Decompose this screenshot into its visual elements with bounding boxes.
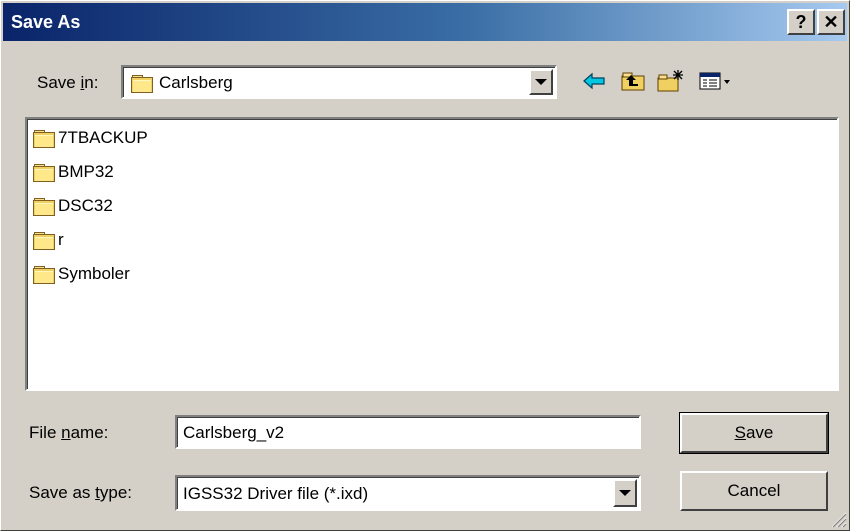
help-button[interactable]: ? [787, 9, 815, 35]
folder-icon [33, 265, 55, 284]
chevron-down-icon [619, 490, 631, 496]
file-name-value: Carlsberg_v2 [183, 423, 285, 442]
chevron-down-icon [535, 79, 547, 85]
list-item[interactable]: DSC32 [33, 191, 113, 221]
folder-icon [33, 129, 55, 148]
save-as-type-combobox[interactable]: IGSS32 Driver file (*.ixd) [175, 475, 641, 511]
resize-grip-icon[interactable] [829, 510, 847, 528]
list-item-label: r [58, 230, 64, 249]
back-icon [583, 72, 605, 90]
list-item[interactable]: BMP32 [33, 157, 114, 187]
new-folder-icon [657, 70, 683, 92]
list-item-label: BMP32 [58, 162, 114, 181]
close-button[interactable]: ✕ [817, 9, 845, 35]
save-in-combobox[interactable]: Carlsberg [121, 65, 557, 99]
cancel-button[interactable]: Cancel [680, 471, 828, 511]
window-title: Save As [11, 11, 81, 32]
folder-icon [33, 197, 55, 216]
view-menu-button[interactable] [696, 66, 736, 96]
save-as-type-value: IGSS32 Driver file (*.ixd) [183, 484, 369, 503]
folder-icon [33, 231, 55, 250]
save-as-dialog: Save As ? ✕ Save in: Carlsberg 7TBACKUP … [0, 0, 850, 531]
save-button-label: Save [734, 423, 774, 442]
file-name-field[interactable]: Carlsberg_v2 [175, 415, 641, 449]
save-in-value-group: Carlsberg [131, 73, 233, 93]
save-as-type-dropdown-button[interactable] [613, 479, 637, 507]
up-folder-button[interactable] [618, 66, 648, 96]
open-folder-icon [131, 74, 153, 93]
list-item[interactable]: r [33, 225, 64, 255]
title-bar[interactable]: Save As ? ✕ [3, 3, 847, 41]
up-folder-icon [621, 72, 645, 91]
save-button[interactable]: Save [679, 412, 829, 454]
list-item-label: 7TBACKUP [58, 128, 148, 147]
save-in-dropdown-button[interactable] [529, 69, 553, 95]
view-menu-icon [699, 72, 730, 90]
save-as-type-label: Save as type: [29, 483, 133, 502]
list-item-label: DSC32 [58, 196, 113, 215]
list-item[interactable]: 7TBACKUP [33, 123, 148, 153]
folder-icon [33, 163, 55, 182]
new-folder-button[interactable] [655, 66, 685, 96]
back-button[interactable] [579, 66, 609, 96]
file-name-label: File name: [29, 423, 109, 442]
list-item-label: Symboler [58, 264, 130, 283]
save-in-label: Save in: [37, 73, 99, 92]
save-in-value: Carlsberg [159, 73, 233, 92]
list-item[interactable]: Symboler [33, 259, 130, 289]
file-list[interactable]: 7TBACKUP BMP32 DSC32 r Symboler [25, 117, 839, 391]
